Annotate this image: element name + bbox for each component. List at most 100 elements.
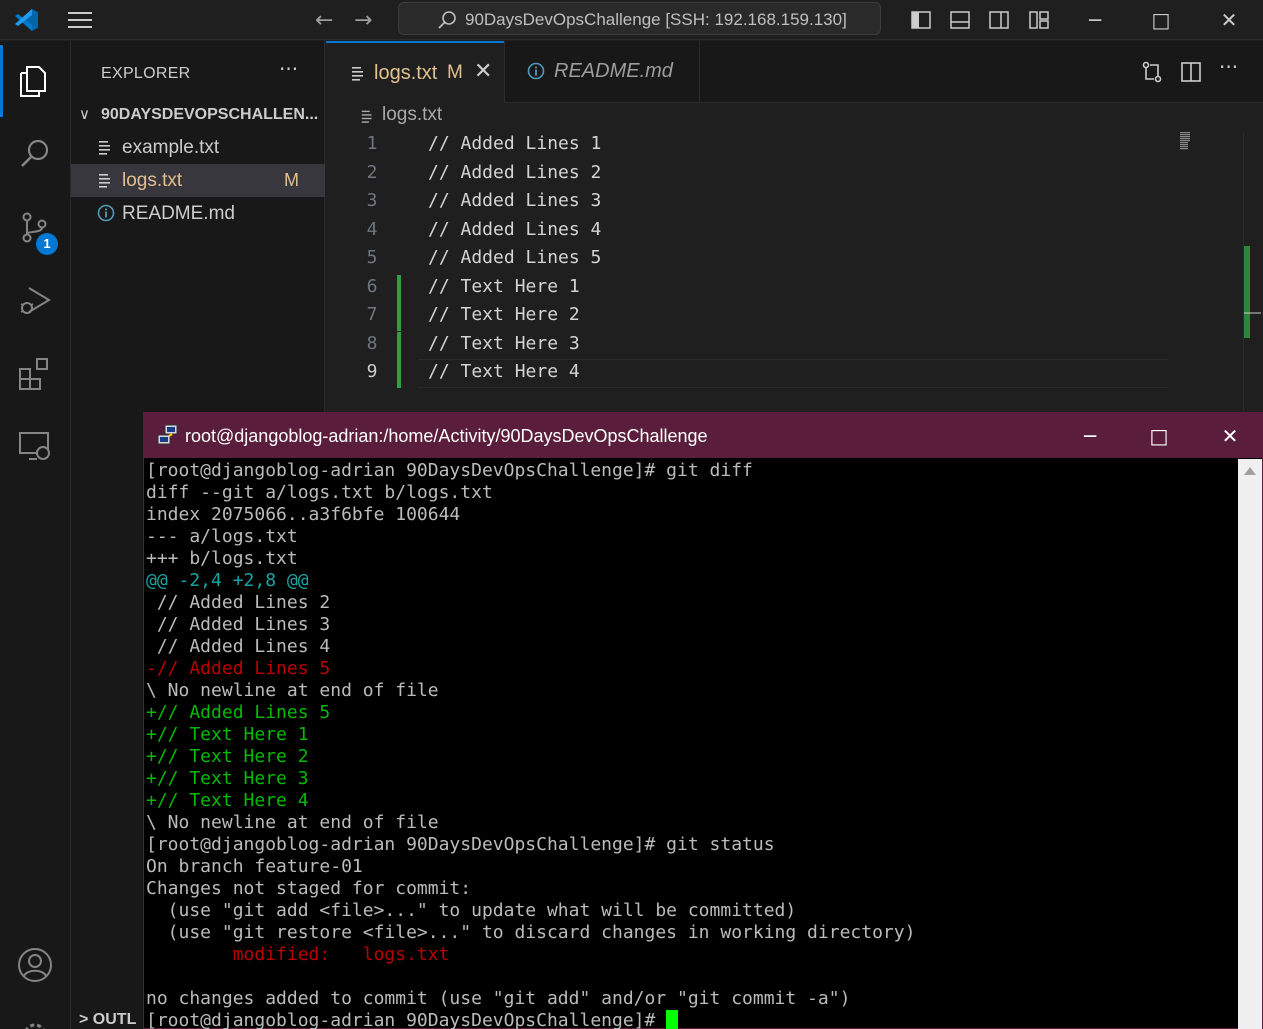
terminal-close-button[interactable]: ✕ <box>1215 421 1245 451</box>
command-center-label: 90DaysDevOpsChallenge [SSH: 192.168.159.… <box>465 10 847 29</box>
added-line-gutter <box>397 332 401 360</box>
accounts-activity-button[interactable] <box>0 929 71 1001</box>
terminal-line-text: \ No newline at end of file <box>146 680 439 701</box>
remote-explorer-icon <box>19 432 50 460</box>
toggle-primary-sidebar-icon[interactable] <box>910 9 932 31</box>
text-file-icon <box>99 174 110 188</box>
close-icon[interactable]: ✕ <box>474 59 492 84</box>
code-line[interactable]: 2 // Added Lines 2 <box>326 161 1171 189</box>
added-line-gutter <box>397 360 401 388</box>
terminal-line: @@ -2,4 +2,8 @@ <box>146 570 309 592</box>
text-file-icon <box>99 141 110 155</box>
explorer-activity-button[interactable] <box>0 45 71 117</box>
line-number: 1 <box>366 133 378 154</box>
minimap[interactable] <box>1180 132 1190 150</box>
code-line[interactable]: 6 // Text Here 1 <box>326 275 1171 303</box>
menu-hamburger-icon[interactable] <box>66 8 94 32</box>
line-number: 4 <box>366 219 378 240</box>
file-item-example[interactable]: example.txt <box>71 131 325 164</box>
added-line-gutter <box>397 275 401 303</box>
editor-tab-bar: logs.txt M ✕ README.md ··· <box>326 41 1263 103</box>
tab-modified-indicator: M <box>447 62 463 83</box>
file-item-readme[interactable]: README.md <box>71 197 325 230</box>
minimize-button[interactable]: ─ <box>1080 6 1110 34</box>
terminal-line-text: @@ -2,4 +2,8 @@ <box>146 570 309 591</box>
extensions-activity-button[interactable] <box>0 337 71 409</box>
customize-layout-icon[interactable] <box>1028 9 1050 31</box>
back-arrow-icon[interactable]: ← <box>315 8 333 33</box>
maximize-button[interactable]: □ <box>1146 6 1176 34</box>
terminal-line: \ No newline at end of file <box>146 812 439 834</box>
terminal-scrollbar[interactable] <box>1238 459 1262 1029</box>
remote-explorer-activity-button[interactable] <box>0 410 71 482</box>
forward-arrow-icon[interactable]: → <box>354 8 372 33</box>
putty-terminal-window[interactable]: root@djangoblog-adrian:/home/Activity/90… <box>143 412 1263 1029</box>
line-number: 8 <box>366 333 378 354</box>
info-icon <box>527 62 545 80</box>
close-button[interactable]: ✕ <box>1214 6 1244 34</box>
breadcrumb-file: logs.txt <box>382 104 443 125</box>
terminal-line: (use "git add <file>..." to update what … <box>146 900 797 922</box>
terminal-title-bar[interactable]: root@djangoblog-adrian:/home/Activity/90… <box>144 413 1262 458</box>
line-text: // Text Here 4 <box>428 361 580 382</box>
terminal-line: diff --git a/logs.txt b/logs.txt <box>146 482 493 504</box>
terminal-window-title: root@djangoblog-adrian:/home/Activity/90… <box>185 426 708 446</box>
tab-readme-md[interactable]: README.md <box>504 41 700 103</box>
search-activity-button[interactable] <box>0 118 71 190</box>
command-center[interactable]: 90DaysDevOpsChallenge [SSH: 192.168.159.… <box>398 2 881 35</box>
source-control-badge: 1 <box>36 233 58 255</box>
toggle-secondary-sidebar-icon[interactable] <box>988 9 1010 31</box>
terminal-line-text: // Added Lines 3 <box>146 614 331 635</box>
added-line-gutter <box>397 303 401 331</box>
line-text: // Text Here 3 <box>428 333 580 354</box>
code-line[interactable]: 9 // Text Here 4 <box>326 360 1171 388</box>
terminal-line: no changes added to commit (use "git add… <box>146 988 850 1010</box>
code-line[interactable]: 5 // Added Lines 5 <box>326 246 1171 274</box>
terminal-line: // Added Lines 2 <box>146 592 330 614</box>
terminal-line: +// Text Here 4 <box>146 790 309 812</box>
tab-logs-txt[interactable]: logs.txt M ✕ <box>326 41 504 103</box>
more-actions-icon[interactable]: ··· <box>279 57 298 81</box>
code-line[interactable]: 8 // Text Here 3 <box>326 332 1171 360</box>
terminal-line-text: no changes added to commit (use "git add… <box>146 988 851 1009</box>
terminal-line-text: +// Text Here 3 <box>146 768 309 789</box>
terminal-line: +// Text Here 1 <box>146 724 309 746</box>
terminal-line-text: +++ b/logs.txt <box>146 548 298 569</box>
code-line[interactable]: 3 // Added Lines 3 <box>326 189 1171 217</box>
line-text: // Added Lines 4 <box>428 219 602 240</box>
putty-app-icon <box>157 424 178 445</box>
text-file-icon <box>361 110 372 123</box>
more-actions-icon[interactable]: ··· <box>1219 55 1238 79</box>
terminal-line: --- a/logs.txt <box>146 526 298 548</box>
terminal-maximize-button[interactable]: □ <box>1144 421 1174 451</box>
files-icon <box>20 66 46 97</box>
run-debug-activity-button[interactable] <box>0 264 71 336</box>
terminal-line-text: +// Added Lines 5 <box>146 702 331 723</box>
terminal-output[interactable]: [root@djangoblog-adrian 90DaysDevOpsChal… <box>144 459 1238 1029</box>
editor[interactable]: logs.txt 1 // Added Lines 1 2 // Added L… <box>326 104 1263 413</box>
source-control-activity-button[interactable]: 1 <box>0 191 71 263</box>
text-file-icon <box>352 67 363 81</box>
scroll-up-arrow-icon[interactable] <box>1244 467 1256 475</box>
line-number: 6 <box>366 276 378 297</box>
code-line[interactable]: 7 // Text Here 2 <box>326 303 1171 331</box>
terminal-line: Changes not staged for commit: <box>146 878 471 900</box>
file-name: README.md <box>122 203 235 224</box>
active-indicator <box>0 45 3 117</box>
workspace-folder-header[interactable]: ∨ 90DAYSDEVOPSCHALLEN... <box>71 101 325 131</box>
open-changes-icon[interactable] <box>1140 60 1164 84</box>
code-line[interactable]: 1 // Added Lines 1 <box>326 132 1171 160</box>
scrollbar-change-marker <box>1244 246 1250 338</box>
toggle-panel-icon[interactable] <box>949 9 971 31</box>
tab-label: logs.txt <box>374 62 438 84</box>
file-item-logs[interactable]: logs.txt M <box>71 164 325 197</box>
terminal-minimize-button[interactable]: ─ <box>1075 421 1105 451</box>
terminal-line-text: +// Text Here 4 <box>146 790 309 811</box>
outline-section-header[interactable]: > OUTL <box>79 1011 136 1029</box>
search-icon <box>438 11 456 29</box>
terminal-line-text: Changes not staged for commit: <box>146 878 472 899</box>
split-editor-icon[interactable] <box>1179 60 1203 84</box>
line-number: 2 <box>366 162 378 183</box>
manage-activity-button[interactable] <box>0 999 71 1029</box>
code-line[interactable]: 4 // Added Lines 4 <box>326 218 1171 246</box>
